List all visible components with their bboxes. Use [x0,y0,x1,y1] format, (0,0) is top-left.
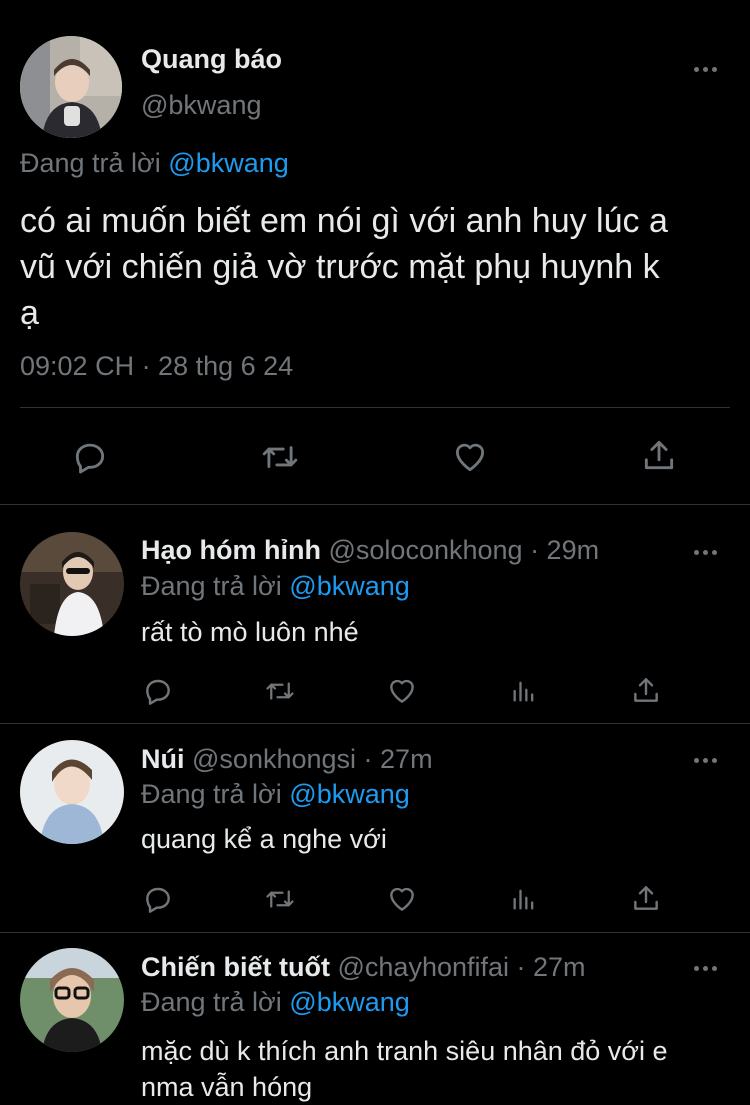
reply-icon[interactable] [71,438,109,476]
divider [20,407,730,408]
reply-text-line: mặc dù k thích anh tranh siêu nhân đỏ vớ… [141,1036,668,1066]
handle[interactable]: @sonkhongsi [192,744,356,774]
reply-header: Chiến biết tuốt @chayhonfifai · 27m [141,952,586,983]
reply-icon[interactable] [142,675,174,707]
display-name[interactable]: Núi [141,744,185,774]
like-icon[interactable] [386,675,418,707]
replying-to-label: Đang trả lời [141,779,282,809]
share-icon[interactable] [640,436,678,474]
replying-to-label: Đang trả lời [20,148,161,178]
reply-text-line: nma vẫn hóng [141,1072,313,1102]
replying-to: Đang trả lời @bkwang [141,987,410,1018]
reply-time: · 27m [516,952,586,982]
reply-time: · 29m [530,535,600,565]
avatar[interactable] [20,948,124,1052]
display-name[interactable]: Chiến biết tuốt [141,952,330,982]
replying-to-handle[interactable]: @bkwang [289,779,409,809]
more-options-icon[interactable] [694,958,724,978]
timestamp: 09:02 CH · 28 thg 6 24 [20,351,294,381]
share-icon[interactable] [630,882,662,914]
analytics-icon[interactable] [510,676,538,706]
retweet-icon[interactable] [259,438,301,476]
replying-to-handle[interactable]: @bkwang [168,148,288,178]
reply-text: mặc dù k thích anh tranh siêu nhân đỏ vớ… [141,1033,668,1105]
more-options-icon[interactable] [694,59,724,79]
replying-to-label: Đang trả lời [141,987,282,1017]
share-icon[interactable] [630,674,662,706]
avatar[interactable] [20,532,124,636]
reply-header: Núi @sonkhongsi · 27m [141,744,433,775]
reply-header: Hạo hóm hỉnh @soloconkhong · 29m [141,535,599,566]
more-options-icon[interactable] [694,542,724,562]
replying-to: Đang trả lời @bkwang [141,571,410,602]
reply-time: · 27m [363,744,433,774]
replying-to-label: Đang trả lời [141,571,282,601]
handle[interactable]: @chayhonfifai [338,952,510,982]
replying-to-handle[interactable]: @bkwang [289,987,409,1017]
handle[interactable]: @bkwang [141,90,261,121]
replying-to: Đang trả lời @bkwang [20,148,289,179]
like-icon[interactable] [386,883,418,915]
divider [0,932,750,933]
more-options-icon[interactable] [694,750,724,770]
avatar[interactable] [20,740,124,844]
analytics-icon[interactable] [510,884,538,914]
display-name[interactable]: Hạo hóm hỉnh [141,535,321,565]
tweet-text-line: có ai muốn biết em nói gì với anh huy lú… [20,202,668,240]
tweet-text-line: vũ với chiến giả vờ trước mặt phụ huynh … [20,248,660,286]
reply-icon[interactable] [142,883,174,915]
divider [0,723,750,724]
divider [0,504,750,505]
replying-to-handle[interactable]: @bkwang [289,571,409,601]
display-name[interactable]: Quang báo [141,44,282,75]
tweet-text: có ai muốn biết em nói gì với anh huy lú… [20,198,668,336]
retweet-icon[interactable] [262,676,298,706]
reply-text: quang kể a nghe với [141,824,387,854]
retweet-icon[interactable] [262,884,298,914]
replying-to: Đang trả lời @bkwang [141,779,410,810]
tweet-text-line: ạ [20,294,39,332]
handle[interactable]: @soloconkhong [329,535,523,565]
like-icon[interactable] [450,438,490,476]
avatar[interactable] [20,36,122,138]
reply-text: rất tò mò luôn nhé [141,617,359,647]
